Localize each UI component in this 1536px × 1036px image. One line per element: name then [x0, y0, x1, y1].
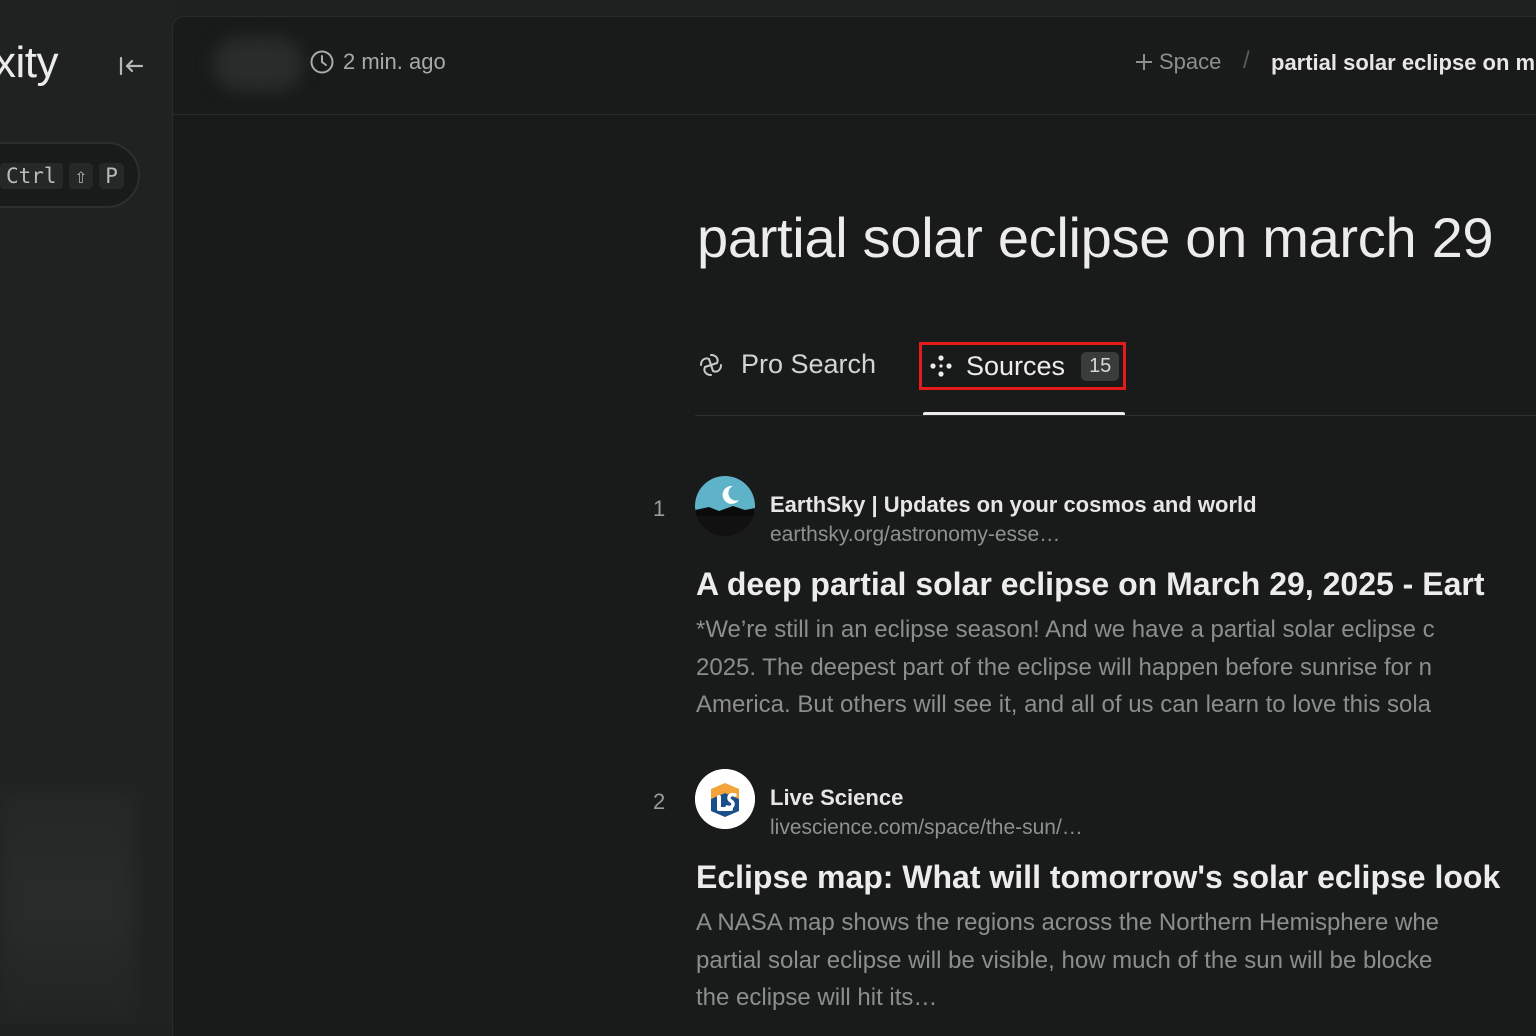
breadcrumb-thread-title[interactable]: partial solar eclipse on m [1271, 50, 1535, 76]
source-result[interactable]: 2 Live Science livescience.com/space/the… [633, 765, 1536, 1011]
snippet-line: partial solar eclipse will be visible, h… [696, 946, 1433, 974]
space-label: Space [1159, 49, 1222, 74]
sources-icon [930, 355, 952, 377]
source-url[interactable]: livescience.com/space/the-sun/… [770, 816, 1083, 840]
add-to-space-button[interactable]: Space [1133, 49, 1221, 75]
snippet-line: A NASA map shows the regions across the … [696, 909, 1440, 936]
plus-icon [1136, 54, 1152, 70]
pro-search-icon [700, 353, 722, 376]
result-title-link[interactable]: A deep partial solar eclipse on March 29… [696, 566, 1484, 603]
thread-timestamp: 2 min. ago [309, 49, 446, 75]
snippet-line: *We’re still in an eclipse season! And w… [696, 616, 1435, 643]
new-thread-shortcut: Ctrl ⇧ P [0, 163, 124, 189]
tabs-divider [695, 415, 1536, 416]
page-title: partial solar eclipse on march 29 [697, 206, 1494, 269]
result-snippet: A NASA map shows the regions across the … [696, 904, 1439, 1017]
result-index: 2 [653, 789, 666, 814]
avatar [213, 37, 303, 91]
source-url[interactable]: earthsky.org/astronomy-esse… [770, 523, 1060, 547]
breadcrumb-separator: / [1243, 47, 1250, 74]
tab-sources[interactable]: Sources 15 [919, 342, 1126, 390]
earthsky-favicon [695, 476, 755, 536]
app-logo[interactable]: xity [0, 38, 59, 88]
collapse-sidebar-button[interactable] [114, 50, 148, 82]
sidebar: xity Ctrl ⇧ P [0, 0, 172, 1024]
time-ago-label: 2 min. ago [343, 49, 446, 74]
kbd-p: P [99, 163, 124, 189]
thread-header: 2 min. ago Space / partial solar eclipse… [173, 17, 1536, 115]
result-index: 1 [653, 496, 666, 521]
tab-sources-label: Sources [966, 350, 1066, 381]
result-title-link[interactable]: Eclipse map: What will tomorrow's solar … [696, 859, 1500, 896]
result-snippet: *We’re still in an eclipse season! And w… [696, 611, 1435, 724]
source-result[interactable]: 1 EarthSky | Updates on your cosmos and … [633, 472, 1536, 718]
source-name: Live Science [770, 785, 904, 810]
sources-count-badge: 15 [1081, 351, 1120, 381]
collapse-left-icon [119, 56, 144, 76]
snippet-line: America. But others will see it, and all… [696, 691, 1432, 718]
snippet-line: 2025. The deepest part of the eclipse wi… [696, 653, 1433, 681]
livescience-favicon [695, 769, 755, 829]
tab-pro-search-label: Pro Search [741, 349, 877, 379]
source-name: EarthSky | Updates on your cosmos and wo… [770, 492, 1257, 517]
tab-pro-search[interactable]: Pro Search [697, 349, 876, 380]
snippet-line: the eclipse will hit its… [696, 984, 938, 1011]
kbd-ctrl: Ctrl [0, 163, 63, 189]
kbd-shift: ⇧ [68, 163, 94, 189]
blurred-library-list [0, 790, 135, 1024]
main-panel: 2 min. ago Space / partial solar eclipse… [172, 16, 1536, 1036]
clock-icon [310, 50, 334, 74]
